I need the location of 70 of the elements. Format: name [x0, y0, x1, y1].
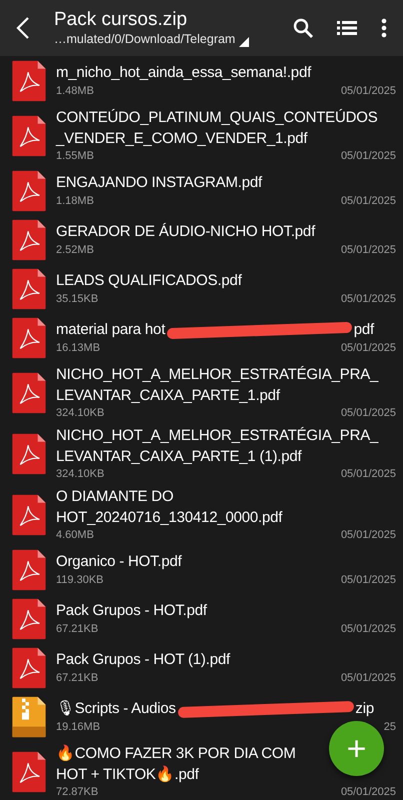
- file-size: 4.60MB: [56, 528, 94, 542]
- file-name: NICHO_HOT_A_MELHOR_ESTRATÉGIA_PRA_: [56, 365, 378, 385]
- file-size: 19.16MB: [56, 720, 100, 734]
- more-button[interactable]: [381, 18, 387, 38]
- file-name: NICHO_HOT_A_MELHOR_ESTRATÉGIA_PRA_: [56, 426, 378, 446]
- file-name: Pack Grupos - HOT.pdf: [56, 601, 207, 622]
- file-name: HOT_20240716_130412_0000.pdf: [56, 508, 282, 528]
- pdf-file-icon: [10, 316, 48, 358]
- path-text[interactable]: …mulated/0/Download/Telegram: [54, 31, 236, 47]
- file-extension: pdf: [354, 320, 374, 340]
- window-title: Pack cursos.zip: [54, 9, 188, 31]
- file-size: 324.10KB: [56, 406, 104, 420]
- pdf-file-icon: [10, 750, 48, 792]
- file-name: _VENDER_E_COMO_VENDER_1.pdf: [56, 128, 308, 148]
- back-button[interactable]: [16, 16, 30, 40]
- file-date: 05/01/2025: [340, 670, 396, 685]
- pdf-file-icon: [10, 218, 48, 260]
- file-size: 2.52MB: [56, 242, 94, 257]
- file-size: 16.13MB: [56, 340, 100, 355]
- file-name: GERADOR DE ÁUDIO-NICHO HOT.pdf: [56, 222, 316, 242]
- file-name: Organico - HOT.pdf: [56, 552, 182, 572]
- zip-file-icon: [10, 696, 48, 738]
- file-date: 05/01/2025: [340, 528, 396, 542]
- file-date: 05/01/2025: [340, 149, 396, 163]
- pdf-file-icon: [10, 646, 48, 688]
- file-size: 67.21KB: [56, 622, 98, 636]
- file-size: 1.18MB: [56, 194, 94, 208]
- pdf-file-icon: [10, 432, 48, 474]
- dropdown-icon[interactable]: [239, 37, 250, 47]
- file-size: 1.48MB: [56, 84, 94, 98]
- file-size: 119.30KB: [56, 572, 104, 587]
- file-date: 05/01/2025: [340, 467, 396, 481]
- pdf-file-icon: [10, 548, 48, 590]
- file-name: material para hot: [56, 320, 166, 340]
- file-date: 05/01/2025: [340, 572, 396, 587]
- search-button[interactable]: [293, 18, 313, 38]
- file-name: LEADS QUALIFICADOS.pdf: [56, 271, 242, 292]
- file-size: 1.55MB: [56, 149, 94, 163]
- file-date: 05/01/2025: [340, 406, 396, 420]
- file-name: m_nicho_hot_ainda_essa_semana!.pdf: [56, 63, 312, 84]
- pdf-file-icon: [10, 60, 48, 102]
- file-name: Pack Grupos - HOT (1).pdf: [56, 650, 230, 670]
- file-date: 05/01/2025: [340, 242, 396, 257]
- file-name: HOT + TIKTOK🔥.pdf: [56, 764, 199, 784]
- file-name: CONTEÚDO_PLATINUM_QUAIS_CONTEÚDOS: [56, 108, 378, 128]
- file-name: O DIAMANTE DO: [56, 487, 174, 507]
- pdf-file-icon: [10, 114, 48, 156]
- file-date: 05/01/2025: [340, 292, 396, 306]
- file-extension: zip: [355, 699, 374, 720]
- file-date: 05/01/2025: [340, 340, 396, 355]
- file-size: 67.21KB: [56, 670, 98, 685]
- file-date: 05/01/2025: [340, 785, 396, 799]
- file-date: 25: [384, 720, 396, 734]
- file-name: LEVANTAR_CAIXA_PARTE_1 (1).pdf: [56, 446, 302, 466]
- file-name: 🎙Scripts - Audios: [56, 699, 176, 720]
- list-view-button[interactable]: [337, 20, 357, 36]
- file-name: LEVANTAR_CAIXA_PARTE_1.pdf: [56, 386, 280, 406]
- file-name: 🔥COMO FAZER 3K POR DIA COM: [56, 744, 296, 764]
- file-size: 35.15KB: [56, 292, 98, 306]
- pdf-file-icon: [10, 372, 48, 414]
- file-size: 72.87KB: [56, 785, 98, 799]
- pdf-file-icon: [10, 170, 48, 212]
- file-date: 05/01/2025: [340, 194, 396, 208]
- file-size: 324.10KB: [56, 467, 104, 481]
- file-date: 05/01/2025: [340, 622, 396, 636]
- file-name: ENGAJANDO INSTAGRAM.pdf: [56, 173, 262, 194]
- pdf-file-icon: [10, 268, 48, 310]
- pdf-file-icon: [10, 494, 48, 536]
- file-date: 05/01/2025: [340, 84, 396, 98]
- pdf-file-icon: [10, 598, 48, 640]
